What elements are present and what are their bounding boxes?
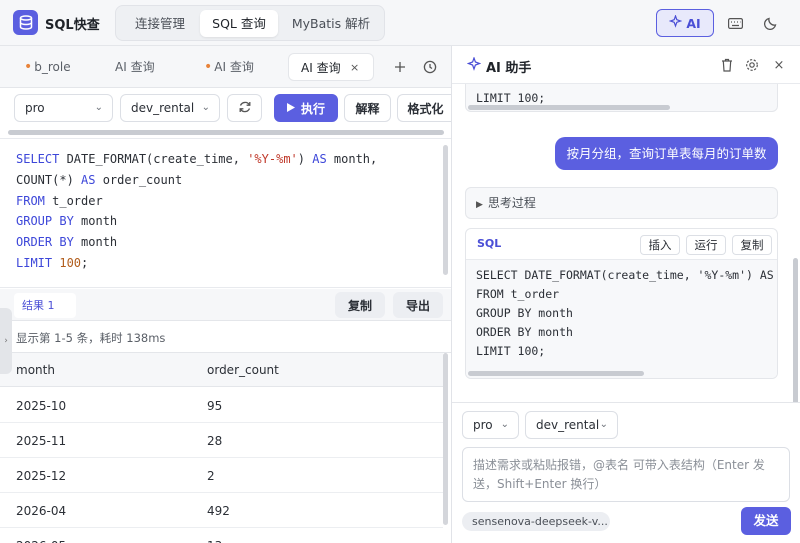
model-selector[interactable]: sensenova-deepseek-v... [462, 512, 610, 531]
chat-input[interactable]: 描述需求或粘贴报错，@表名 可带入表结构（Enter 发送，Shift+Ente… [462, 447, 790, 502]
column-header-month[interactable]: month [16, 363, 55, 377]
close-tab-icon[interactable]: × [350, 54, 359, 82]
chevron-down-icon: ⌄ [599, 419, 608, 430]
sql-editor[interactable]: SELECT DATE_FORMAT(create_time, '%Y-%m')… [0, 138, 451, 288]
app-title: SQL快查 [45, 18, 100, 33]
refresh-icon [238, 100, 252, 117]
ai-database-select[interactable]: dev_rental ⌄ [525, 411, 618, 439]
sidebar-expand-handle[interactable]: › [0, 308, 12, 374]
nav-tab-mybatis[interactable]: MyBatis 解析 [282, 10, 380, 37]
play-icon [286, 101, 295, 115]
gear-icon[interactable] [741, 54, 763, 76]
connection-select[interactable]: pro ⌄ [14, 94, 113, 122]
user-message-bubble: 按月分组，查询订单表每月的订单数 [555, 137, 778, 170]
insert-sql-button[interactable]: 插入 [640, 235, 680, 255]
chevron-down-icon: ⌄ [94, 102, 103, 113]
previous-sql-card: LIMIT 100; [465, 84, 778, 112]
main-nav: 连接管理 SQL 查询 MyBatis 解析 [115, 5, 385, 41]
sql-line: ORDER BY month [476, 325, 573, 339]
ai-sql-code: SELECT DATE_FORMAT(create_time, '%Y-%m')… [466, 259, 777, 378]
chat-history: LIMIT 100; 按月分组，查询订单表每月的订单数 ▶ 思考过程 SQL 插入… [452, 84, 800, 402]
sparkle-icon [669, 14, 683, 31]
code-line: SELECT DATE_FORMAT(create_time, '%Y-%m')… [16, 152, 378, 166]
close-panel-icon[interactable]: × [768, 54, 790, 76]
query-tabs-bar: • b_role AI 查询 • AI 查询 AI 查询 × [0, 46, 451, 88]
ai-assistant-panel: AI 助手 × LIMIT 100; 按月分组，查询订单表每月的订单数 ▶ 思考过… [451, 46, 800, 543]
table-row[interactable]: 2026-04 492 [0, 493, 443, 528]
table-row[interactable]: 2025-12 2 [0, 458, 443, 493]
code-line: GROUP BY month [16, 214, 118, 228]
table-header: month order_count [0, 353, 443, 387]
table-scrollbar[interactable] [443, 353, 448, 525]
thinking-process-toggle[interactable]: ▶ 思考过程 [465, 187, 778, 219]
code-line: ORDER BY month [16, 235, 118, 249]
chevron-down-icon: ⌄ [201, 102, 210, 113]
history-clock-icon[interactable] [419, 56, 441, 78]
refresh-button[interactable] [227, 94, 262, 122]
ai-sql-card: SQL 插入 运行 复制 SELECT DATE_FORMAT(create_t… [465, 228, 778, 379]
copy-sql-button[interactable]: 复制 [732, 235, 772, 255]
top-bar: SQL快查 连接管理 SQL 查询 MyBatis 解析 AI [0, 0, 800, 46]
code-line: FROM t_order [16, 194, 103, 208]
send-button[interactable]: 发送 [741, 507, 791, 535]
chevron-right-icon: › [4, 336, 8, 346]
add-tab-plus-icon[interactable] [389, 56, 411, 78]
sql-label: SQL [477, 237, 502, 250]
editor-scrollbar[interactable] [443, 145, 448, 275]
ai-toggle-button[interactable]: AI [656, 9, 714, 37]
results-table: month order_count 2025-10 95 2025-11 28 … [0, 352, 451, 543]
column-header-order-count[interactable]: order_count [207, 363, 279, 377]
nav-tab-sql-query[interactable]: SQL 查询 [200, 10, 278, 37]
sql-card-scrollbar[interactable] [468, 371, 644, 376]
database-logo-icon [13, 10, 38, 35]
ai-panel-header: AI 助手 × [452, 46, 800, 84]
toolbar-scrollbar[interactable] [8, 130, 444, 135]
result-tab[interactable]: 结果 1 [14, 293, 76, 318]
query-tab-b-role[interactable]: • b_role [24, 53, 71, 81]
sparkle-icon [466, 56, 482, 74]
query-toolbar: pro ⌄ dev_rental ⌄ 执行 解释 格式化 [0, 88, 453, 132]
export-results-button[interactable]: 导出 [393, 292, 443, 318]
run-sql-button[interactable]: 运行 [686, 235, 726, 255]
table-row[interactable]: 2025-10 95 [0, 388, 443, 423]
table-row[interactable]: 2026-05 13 [0, 528, 443, 543]
explain-button[interactable]: 解释 [344, 94, 391, 122]
nav-tab-connections[interactable]: 连接管理 [122, 10, 198, 37]
theme-moon-icon[interactable] [760, 12, 782, 34]
app-root: SQL快查 连接管理 SQL 查询 MyBatis 解析 AI • b_role … [0, 0, 800, 543]
copy-results-button[interactable]: 复制 [335, 292, 385, 318]
ai-panel-title: AI 助手 [486, 61, 532, 76]
code-line: COUNT(*) AS order_count [16, 173, 183, 187]
table-row[interactable]: 2025-11 28 [0, 423, 443, 458]
modified-dot: • [24, 59, 33, 75]
sql-line: LIMIT 100; [476, 344, 546, 358]
query-tab-ai-1[interactable]: AI 查询 [115, 53, 155, 81]
card-scrollbar[interactable] [468, 105, 670, 110]
result-bar: 结果 1 复制 导出 [0, 289, 451, 321]
query-tab-ai-active[interactable]: AI 查询 × [288, 53, 374, 81]
keyboard-icon[interactable] [724, 12, 746, 34]
sql-line: GROUP BY month [476, 306, 573, 320]
query-tab-ai-2[interactable]: • AI 查询 [204, 53, 254, 81]
format-button[interactable]: 格式化 [397, 94, 453, 122]
sql-line: FROM t_order [476, 287, 560, 301]
database-select[interactable]: dev_rental ⌄ [120, 94, 220, 122]
result-status: 显示第 1-5 条，耗时 138ms [16, 331, 166, 345]
trash-icon[interactable] [716, 54, 738, 76]
modified-dot: • [204, 59, 213, 75]
chevron-down-icon: ⌄ [500, 419, 509, 430]
triangle-right-icon: ▶ [476, 200, 483, 210]
ai-toggle-label: AI [686, 15, 701, 31]
code-line: LIMIT 100; [16, 256, 89, 270]
sql-line: SELECT DATE_FORMAT(create_time, '%Y-%m')… [476, 268, 774, 282]
run-query-button[interactable]: 执行 [274, 94, 338, 122]
ai-connection-select[interactable]: pro ⌄ [462, 411, 519, 439]
query-workspace: • b_role AI 查询 • AI 查询 AI 查询 × pro ⌄ dev_r… [0, 46, 453, 543]
chat-scrollbar[interactable] [793, 258, 798, 408]
chat-composer: pro ⌄ dev_rental ⌄ 描述需求或粘贴报错，@表名 可带入表结构（… [452, 402, 800, 543]
